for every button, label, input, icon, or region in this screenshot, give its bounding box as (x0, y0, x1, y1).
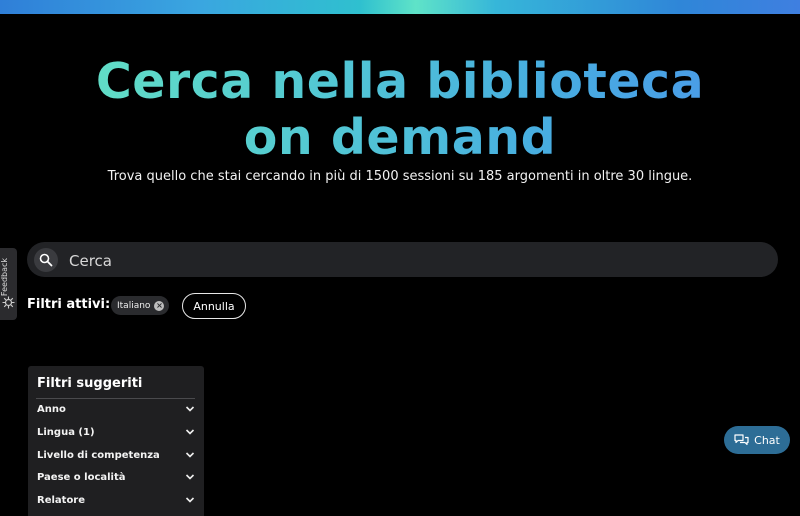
filter-row-label: Anno (37, 403, 66, 415)
chevron-down-icon (185, 406, 195, 412)
close-circle-icon[interactable]: × (154, 300, 165, 311)
cancel-filters-button[interactable]: Annulla (182, 293, 246, 319)
feedback-tab[interactable]: Feedback (0, 248, 17, 320)
filter-row-lingua[interactable]: Lingua (1) (37, 423, 195, 441)
filter-row-livello[interactable]: Livello di competenza (37, 446, 195, 464)
chevron-down-icon (185, 429, 195, 435)
active-filters-label: Filtri attivi: (27, 297, 111, 312)
search-button[interactable] (34, 248, 58, 272)
filter-chip-label: Italiano (117, 300, 151, 311)
filter-row-label: Livello di competenza (37, 449, 160, 461)
chat-button[interactable]: Chat (724, 426, 790, 454)
page-title: Cerca nella biblioteca on demand (60, 54, 740, 166)
filter-chip-italiano[interactable]: Italiano × (111, 296, 170, 315)
filter-row-label: Lingua (1) (37, 426, 95, 438)
chat-label: Chat (754, 433, 780, 447)
chat-bubbles-icon (734, 433, 749, 445)
chevron-down-icon (185, 474, 195, 480)
search-bar (27, 242, 778, 277)
suggested-filters-heading: Filtri suggeriti (37, 376, 143, 391)
top-banner (0, 0, 800, 14)
filter-row-label: Paese o località (37, 471, 126, 483)
filter-row-anno[interactable]: Anno (37, 400, 195, 418)
filter-row-relatore[interactable]: Relatore (37, 491, 195, 509)
page-subtitle: Trova quello che stai cercando in più di… (107, 169, 693, 184)
filter-row-label: Relatore (37, 494, 86, 506)
filter-row-paese[interactable]: Paese o località (37, 468, 195, 486)
divider (36, 398, 195, 399)
chevron-down-icon (185, 497, 195, 503)
suggested-filters-panel: Filtri suggeriti Anno Lingua (1) Livello… (28, 366, 204, 516)
search-input[interactable] (67, 246, 761, 275)
feedback-icon (2, 296, 15, 309)
chevron-down-icon (185, 452, 195, 458)
search-icon (39, 253, 53, 267)
